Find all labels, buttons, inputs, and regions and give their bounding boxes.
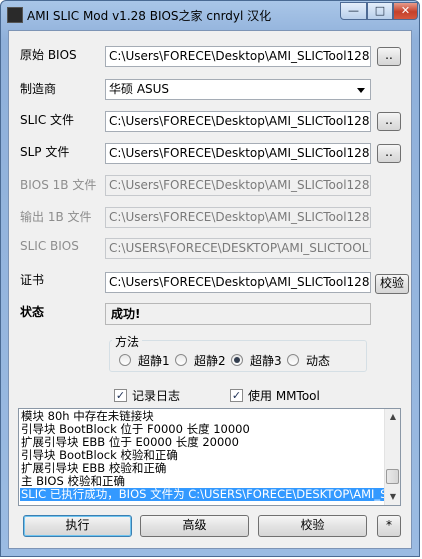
log-line[interactable]: 扩展引导块 EBB 位于 E0000 长度 20000 [20, 436, 385, 449]
log-line[interactable]: 引导块 BootBlock 位于 F0000 长度 10000 [20, 423, 385, 436]
certificate-input[interactable]: C:\Users\FORECE\Desktop\AMI_SLICTool128c… [105, 272, 371, 293]
title-bar[interactable]: AMI SLIC Mod v1.28 BIOS之家 cnrdyl 汉化 — □ … [1, 1, 421, 29]
log-line[interactable]: 引导块 BootBlock 校验和正确 [20, 449, 385, 462]
app-icon [7, 7, 23, 23]
mmtool-checkbox[interactable]: ✓ [230, 389, 243, 402]
method-option-2-label[interactable]: 超静2 [194, 352, 226, 369]
slp-file-label: SLP 文件 [20, 145, 70, 159]
bios-1b-file-label: BIOS 1B 文件 [20, 178, 97, 192]
browse-slp-file-button[interactable]: .. [377, 144, 401, 163]
status-label: 状态 [20, 305, 45, 319]
scroll-thumb[interactable] [386, 469, 399, 484]
log-checkbox-label[interactable]: 记录日志 [132, 387, 180, 404]
minimize-button[interactable]: — [340, 2, 367, 20]
method-group-title: 方法 [112, 333, 143, 350]
slic-bios-label: SLIC BIOS [20, 239, 79, 253]
manufacturer-select[interactable]: 华硕 ASUS [105, 79, 371, 100]
log-line[interactable]: 主 BIOS 校验和正确 [20, 475, 385, 488]
certificate-label: 证书 [20, 273, 45, 287]
manufacturer-label: 制造商 [20, 82, 57, 96]
app-window: AMI SLIC Mod v1.28 BIOS之家 cnrdyl 汉化 — □ … [0, 0, 420, 557]
mmtool-checkbox-label[interactable]: 使用 MMTool [248, 387, 320, 404]
execute-button[interactable]: 执行 [23, 515, 132, 537]
client-area: 原始 BIOS C:\Users\FORECE\Desktop\AMI_SLIC… [8, 30, 412, 549]
method-radio-1[interactable] [119, 354, 131, 366]
bios-1b-file-input: C:\Users\FORECE\Desktop\AMI_SLICTool128c… [105, 175, 371, 196]
scroll-up-arrow-icon[interactable]: ▲ [385, 409, 400, 425]
output-1b-file-label: 输出 1B 文件 [20, 210, 92, 224]
log-line-selected[interactable]: SLIC 已执行成功，BIOS 文件为 C:\USERS\FORECE\DESK… [20, 488, 385, 501]
slp-file-input[interactable]: C:\Users\FORECE\Desktop\AMI_SLICTool128c… [105, 143, 371, 164]
method-option-4-label[interactable]: 动态 [306, 352, 330, 369]
maximize-button[interactable]: □ [367, 2, 393, 20]
chevron-down-icon[interactable] [357, 88, 365, 93]
method-radio-4[interactable] [287, 354, 299, 366]
slic-file-label: SLIC 文件 [20, 113, 75, 127]
log-checkbox[interactable]: ✓ [114, 389, 127, 402]
method-option-3-label[interactable]: 超静3 [250, 352, 282, 369]
log-scrollbar[interactable]: ▲ ▼ [384, 409, 400, 505]
log-lines: 模块 80h 中存在未链接块 引导块 BootBlock 位于 F0000 长度… [20, 410, 385, 501]
verify-button[interactable]: 校验 [258, 515, 367, 537]
log-line[interactable]: 模块 80h 中存在未链接块 [20, 410, 385, 423]
manufacturer-value: 华硕 ASUS [109, 82, 170, 96]
verify-certificate-button[interactable]: 校验 [375, 274, 409, 294]
browse-original-bios-button[interactable]: .. [377, 47, 401, 66]
output-1b-file-input: C:\Users\FORECE\Desktop\AMI_SLICTool128c… [105, 207, 371, 228]
close-button[interactable]: ✕ [393, 2, 418, 20]
browse-slic-file-button[interactable]: .. [377, 112, 401, 131]
extra-button[interactable]: * [377, 515, 401, 537]
status-value: 成功! [105, 303, 371, 325]
original-bios-input[interactable]: C:\Users\FORECE\Desktop\AMI_SLICTool128c… [105, 46, 371, 67]
method-option-1-label[interactable]: 超静1 [138, 352, 170, 369]
scroll-down-arrow-icon[interactable]: ▼ [385, 489, 400, 505]
method-radio-2[interactable] [175, 354, 187, 366]
log-line[interactable]: 扩展引导块 EBB 校验和正确 [20, 462, 385, 475]
advanced-button[interactable]: 高级 [140, 515, 249, 537]
window-title: AMI SLIC Mod v1.28 BIOS之家 cnrdyl 汉化 [27, 9, 272, 23]
slic-bios-input: C:\USERS\FORECE\DESKTOP\AMI_SLICTOOL128C [105, 238, 371, 259]
log-listbox[interactable]: 模块 80h 中存在未链接块 引导块 BootBlock 位于 F0000 长度… [18, 408, 401, 506]
method-radio-3[interactable] [231, 354, 243, 366]
original-bios-label: 原始 BIOS [20, 48, 77, 62]
slic-file-input[interactable]: C:\Users\FORECE\Desktop\AMI_SLICTool128c… [105, 111, 371, 132]
